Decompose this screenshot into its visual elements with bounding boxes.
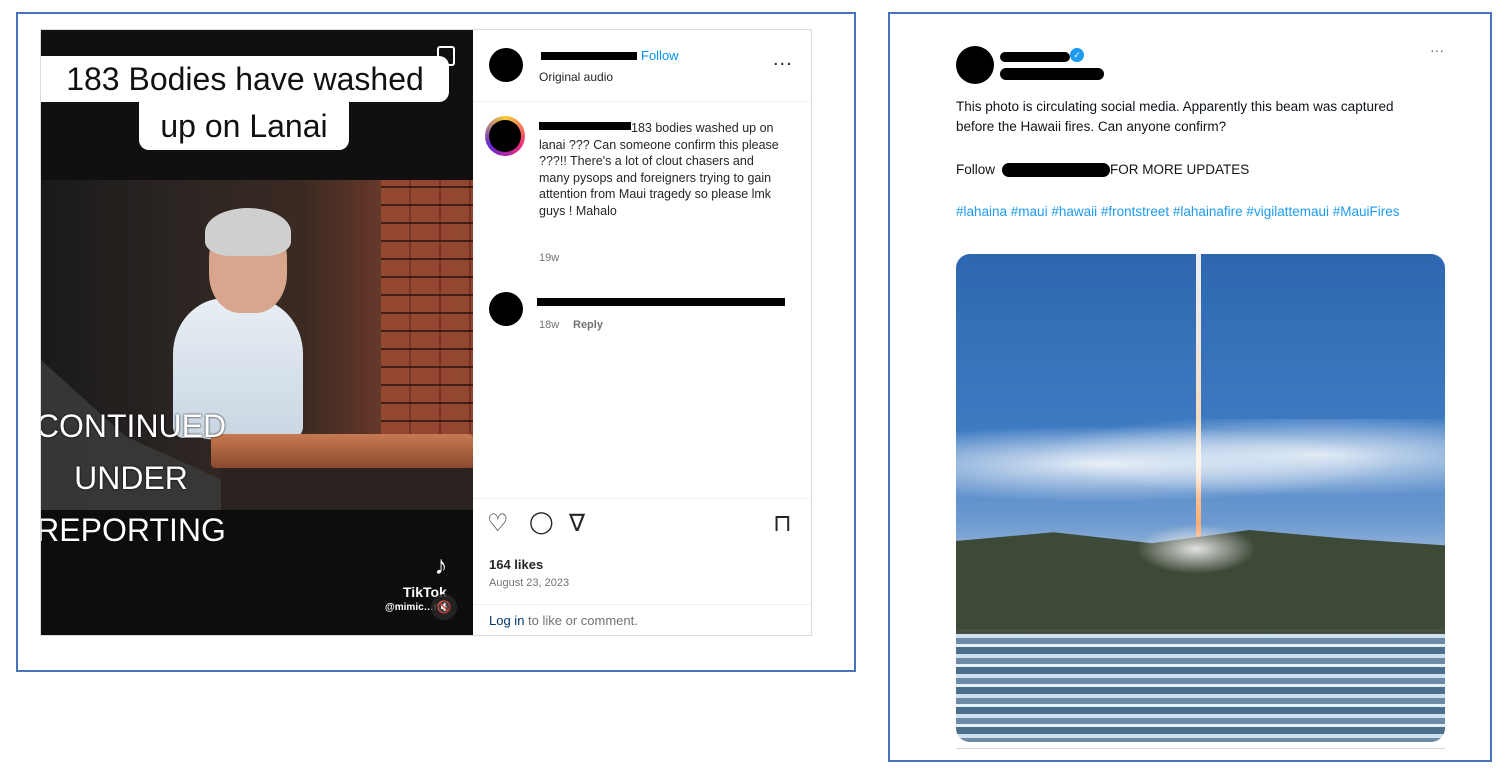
redacted-handle: [1000, 68, 1104, 80]
instagram-post-card: 183 Bodies have washed up on Lanai CONTI…: [40, 29, 812, 636]
author-avatar[interactable]: [489, 48, 523, 82]
tiktok-logo-icon: ♪: [434, 550, 448, 580]
twitter-screenshot-frame: ✓ ··· This photo is circulating social m…: [888, 12, 1492, 762]
instagram-screenshot-frame: 183 Bodies have washed up on Lanai CONTI…: [16, 12, 856, 672]
sea: [956, 634, 1445, 742]
video-caption-line1: 183 Bodies have washed: [41, 56, 449, 102]
login-link[interactable]: Log in: [489, 613, 524, 628]
podium-top: [211, 434, 473, 468]
fullscreen-icon[interactable]: [437, 46, 455, 66]
reply-avatar[interactable]: [489, 292, 523, 326]
like-icon[interactable]: ♡: [487, 509, 509, 538]
video-overlay-text: CONTINUED UNDER REPORTING: [41, 400, 231, 556]
overlay-line: REPORTING: [41, 512, 226, 548]
more-options-icon[interactable]: ...: [773, 48, 793, 71]
post-side-panel: Follow Original audio ... 183 bodies was…: [473, 30, 812, 635]
video-caption-line2: up on Lanai: [139, 102, 349, 150]
commenter-avatar[interactable]: [489, 120, 521, 152]
comment-text: 183 bodies washed up on lanai ??? Can so…: [539, 121, 779, 218]
tweet-divider: [956, 748, 1445, 749]
overlay-line: CONTINUED: [41, 408, 227, 444]
login-prompt: Log in to like or comment.: [473, 604, 812, 635]
tweet-photo[interactable]: [956, 254, 1445, 742]
tweet-card: ✓ ··· This photo is circulating social m…: [940, 32, 1464, 754]
redacted-username: [541, 52, 637, 60]
follow-prefix: Follow: [956, 162, 996, 177]
reply-button[interactable]: Reply: [573, 319, 603, 331]
post-date: August 23, 2023: [489, 577, 570, 589]
post-actions: ♡ ◯ ∇ ⊓ 164 likes August 23, 2023: [473, 498, 812, 606]
tweet-more-icon[interactable]: ···: [1430, 42, 1444, 58]
video-player[interactable]: 183 Bodies have washed up on Lanai CONTI…: [41, 30, 473, 635]
overlay-line: UNDER: [74, 460, 188, 496]
speaker-hair: [205, 208, 291, 256]
tweet-author-avatar[interactable]: [956, 46, 994, 84]
follow-suffix: FOR MORE UPDATES: [1110, 162, 1250, 177]
redacted-display-name: [1000, 52, 1070, 62]
share-icon[interactable]: ∇: [569, 509, 585, 538]
commenter-story-ring[interactable]: [485, 116, 525, 156]
login-prompt-text: to like or comment.: [524, 613, 638, 628]
follow-button[interactable]: Follow: [641, 48, 679, 63]
verified-badge-icon: ✓: [1070, 48, 1084, 62]
clouds: [956, 419, 1445, 509]
save-icon[interactable]: ⊓: [773, 509, 792, 538]
caption-comment: 183 bodies washed up on lanai ??? Can so…: [539, 120, 783, 219]
original-audio-link[interactable]: Original audio: [539, 70, 613, 84]
mute-icon[interactable]: 🔇: [431, 594, 457, 620]
reply-time: 18w: [539, 319, 560, 331]
smoke-plume: [1136, 524, 1256, 574]
comment-icon[interactable]: ◯: [529, 509, 554, 535]
redacted-account: [1002, 163, 1110, 177]
post-header: Follow Original audio ...: [473, 30, 812, 102]
comment-time: 19w: [539, 252, 560, 264]
redacted-reply: [537, 298, 785, 306]
tweet-text: This photo is circulating social media. …: [956, 99, 1394, 134]
likes-count[interactable]: 164 likes: [489, 557, 543, 572]
hashtags[interactable]: #lahaina #maui #hawaii #frontstreet #lah…: [956, 202, 1426, 222]
